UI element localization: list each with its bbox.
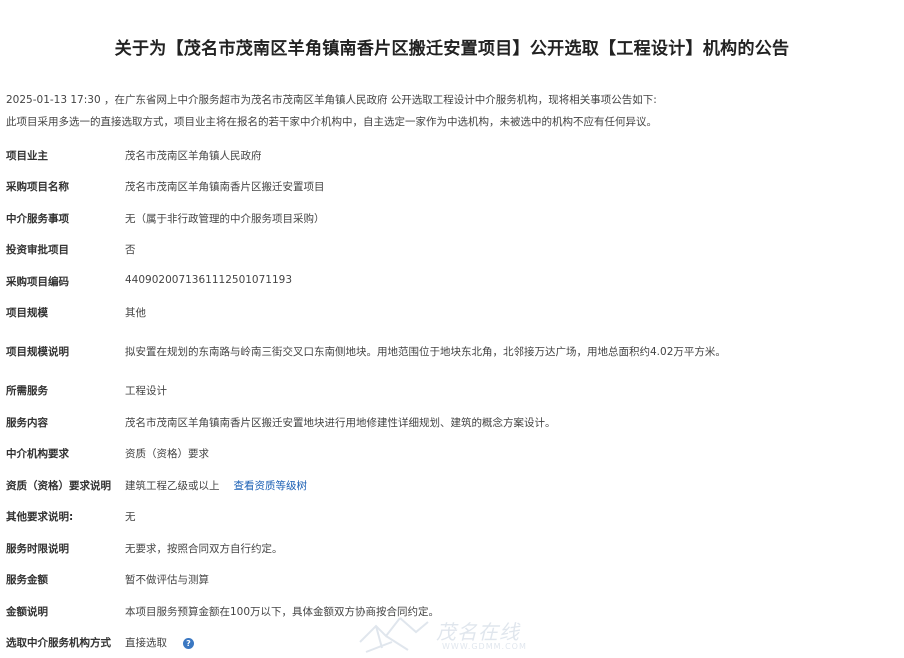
detail-label: 采购项目编码 (6, 276, 69, 288)
detail-value: 拟安置在规划的东南路与岭南三街交叉口东南侧地块。用地范围位于地块东北角，北邻接万… (125, 346, 726, 358)
watermark-text: 茂名在线 (436, 620, 520, 644)
intro-line-2: 此项目采用多选一的直接选取方式，项目业主将在报名的若干家中介机构中，自主选定一家… (6, 116, 657, 128)
detail-value: 茂名市茂南区羊角镇南香片区搬迁安置项目 (125, 181, 325, 193)
detail-value-wrapper: 直接选取? (125, 635, 194, 650)
detail-value: 无 (125, 511, 136, 523)
detail-value: 建筑工程乙级或以上 (125, 480, 220, 492)
detail-value: 工程设计 (125, 385, 167, 397)
detail-value: 44090200713611125010711​93 (125, 274, 293, 286)
page-title: 关于为【茂名市茂南区羊角镇南香片区搬迁安置项目】公开选取【工程设计】机构的公告 (114, 39, 790, 59)
view-qualification-tree-link[interactable]: 查看资质等级树 (234, 480, 308, 492)
site-watermark: 茂名在线 WWW.GDMM.COM (356, 612, 556, 656)
detail-value: 茂名市茂南区羊角镇南香片区搬迁安置地块进行用地修建性详细规划、建筑的概念方案设计… (125, 417, 556, 429)
detail-label: 中介机构要求 (6, 448, 69, 460)
detail-value: 无要求，按照合同双方自行约定。 (125, 543, 283, 555)
detail-label: 投资审批项目 (6, 244, 69, 256)
intro-line-1: 2025-01-13 17:30 ，在广东省网上中介服务超市为茂名市茂南区羊角镇… (6, 94, 657, 106)
detail-value: 否 (125, 244, 136, 256)
watermark-url: WWW.GDMM.COM (442, 642, 527, 651)
detail-value: 直接选取 (125, 637, 167, 649)
detail-value-wrapper: 建筑工程乙级或以上 查看资质等级树 (125, 478, 307, 493)
detail-value: 其他 (125, 307, 146, 319)
bird-logo-icon (359, 617, 429, 653)
announcement-page: 关于为【茂名市茂南区羊角镇南香片区搬迁安置项目】公开选取【工程设计】机构的公告 … (0, 0, 904, 658)
detail-label: 金额说明 (6, 606, 48, 618)
question-mark-circle-icon[interactable]: ? (183, 638, 194, 649)
detail-value: 茂名市茂南区羊角镇人民政府 (125, 150, 262, 162)
detail-label: 服务内容 (6, 417, 48, 429)
detail-label: 所需服务 (6, 385, 48, 397)
detail-value: 无（属于非行政管理的中介服务项目采购） (125, 213, 325, 225)
detail-label: 选取中介服务机构方式 (6, 637, 111, 649)
detail-value: 暂不做评估与测算 (125, 574, 209, 586)
detail-label: 服务金额 (6, 574, 48, 586)
detail-label: 项目规模 (6, 307, 48, 319)
detail-label: 中介服务事项 (6, 213, 69, 225)
detail-label: 其他要求说明: (6, 511, 74, 523)
detail-label: 采购项目名称 (6, 181, 69, 193)
detail-value: 资质（资格）要求 (125, 448, 209, 460)
detail-label: 服务时限说明 (6, 543, 69, 555)
detail-label: 资质（资格）要求说明 (6, 480, 111, 492)
detail-label: 项目业主 (6, 150, 48, 162)
detail-label: 项目规模说明 (6, 346, 69, 358)
